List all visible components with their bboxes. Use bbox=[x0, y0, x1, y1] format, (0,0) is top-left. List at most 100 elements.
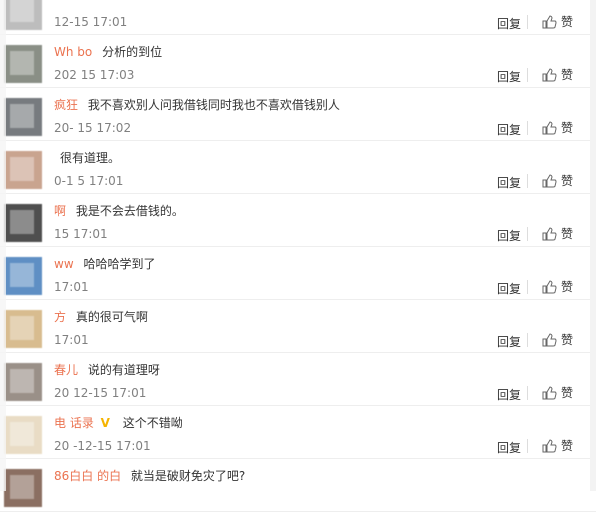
comment-line: 86白白 的白 就当是破财免灾了吧? bbox=[54, 467, 245, 484]
comment-line: Wh bo 分析的到位 bbox=[54, 43, 162, 60]
like-label: 赞 bbox=[561, 280, 574, 294]
comment-row: 86白白 的白 就当是破财免灾了吧? bbox=[0, 459, 596, 512]
reply-button[interactable]: 回复 bbox=[497, 280, 521, 297]
divider bbox=[527, 280, 528, 294]
like-label: 赞 bbox=[561, 121, 574, 135]
comment-line: 方 真的很可气啊 bbox=[54, 308, 148, 325]
thumbs-up-icon bbox=[542, 67, 557, 81]
reply-button[interactable]: 回复 bbox=[497, 174, 521, 191]
comment-text: 我是不会去借钱的。 bbox=[75, 204, 184, 218]
comment-text: 说的有道理呀 bbox=[87, 363, 160, 377]
avatar[interactable] bbox=[4, 98, 42, 136]
like-label: 赞 bbox=[561, 227, 574, 241]
reply-button[interactable]: 回复 bbox=[497, 333, 521, 350]
avatar[interactable] bbox=[4, 151, 42, 189]
like-button[interactable]: 赞 bbox=[541, 66, 573, 83]
like-button[interactable]: 赞 bbox=[541, 278, 573, 295]
comment-time: 0-1 5 17:01 bbox=[54, 174, 124, 188]
comment-row: 春儿 说的有道理呀 20 12-15 17:01 回复 赞 bbox=[0, 353, 596, 406]
username[interactable]: 电 话录 bbox=[54, 416, 94, 430]
comment-text: 哈哈哈学到了 bbox=[83, 257, 156, 271]
thumbs-up-icon bbox=[542, 173, 557, 187]
like-label: 赞 bbox=[561, 68, 574, 82]
like-label: 赞 bbox=[561, 15, 574, 29]
reply-button[interactable]: 回复 bbox=[497, 121, 521, 138]
thumbs-up-icon bbox=[542, 14, 557, 28]
reply-button[interactable]: 回复 bbox=[497, 227, 521, 244]
comment-line bbox=[54, 0, 66, 4]
comment-text: 就当是破财免灾了吧? bbox=[130, 469, 246, 483]
vip-badge-icon: V bbox=[100, 416, 110, 430]
username[interactable]: ww bbox=[54, 257, 74, 271]
avatar[interactable] bbox=[4, 257, 42, 295]
divider bbox=[527, 333, 528, 347]
like-label: 赞 bbox=[561, 386, 574, 400]
thumbs-up-icon bbox=[542, 438, 557, 452]
comment-row: 方 真的很可气啊 17:01 回复 赞 bbox=[0, 300, 596, 353]
comment-time: 20 -12-15 17:01 bbox=[54, 439, 151, 453]
like-label: 赞 bbox=[561, 333, 574, 347]
comment-line: 啊 我是不会去借钱的。 bbox=[54, 202, 184, 219]
divider bbox=[527, 121, 528, 135]
thumbs-up-icon bbox=[542, 279, 557, 293]
comment-row: Wh bo 分析的到位 202 15 17:03 回复 赞 bbox=[0, 35, 596, 88]
divider bbox=[527, 439, 528, 453]
scroll-edge bbox=[590, 0, 596, 491]
comment-row: ww 哈哈哈学到了 17:01 回复 赞 bbox=[0, 247, 596, 300]
comment-row: 很有道理。 0-1 5 17:01 回复 赞 bbox=[0, 141, 596, 194]
comment-line: 很有道理。 bbox=[54, 149, 120, 166]
like-button[interactable]: 赞 bbox=[541, 384, 573, 401]
avatar[interactable] bbox=[4, 204, 42, 242]
comment-time: 202 15 17:03 bbox=[54, 68, 135, 82]
thumbs-up-icon bbox=[542, 385, 557, 399]
comment-time: 17:01 bbox=[54, 333, 89, 347]
comment-line: 疯狂 我不喜欢别人问我借钱同时我也不喜欢借钱别人 bbox=[54, 96, 340, 113]
like-button[interactable]: 赞 bbox=[541, 13, 573, 30]
avatar[interactable] bbox=[4, 416, 42, 454]
username[interactable]: 方 bbox=[54, 310, 66, 324]
thumbs-up-icon bbox=[542, 332, 557, 346]
comment-line: 春儿 说的有道理呀 bbox=[54, 361, 160, 378]
left-edge-blur bbox=[0, 0, 6, 491]
reply-button[interactable]: 回复 bbox=[497, 439, 521, 456]
divider bbox=[527, 174, 528, 188]
divider bbox=[527, 227, 528, 241]
comment-row: 电 话录 V 这个不错呦 20 -12-15 17:01 回复 赞 bbox=[0, 406, 596, 459]
reply-button[interactable]: 回复 bbox=[497, 386, 521, 403]
avatar[interactable] bbox=[4, 0, 42, 30]
like-button[interactable]: 赞 bbox=[541, 172, 573, 189]
username[interactable]: 疯狂 bbox=[54, 98, 82, 112]
comment-time: 17:01 bbox=[54, 280, 89, 294]
comment-text: 我不喜欢别人问我借钱同时我也不喜欢借钱别人 bbox=[87, 98, 340, 112]
reply-button[interactable]: 回复 bbox=[497, 68, 521, 85]
avatar[interactable] bbox=[4, 45, 42, 83]
comment-row: 啊 我是不会去借钱的。 15 17:01 回复 赞 bbox=[0, 194, 596, 247]
username[interactable]: 春儿 bbox=[54, 363, 78, 377]
reply-button[interactable]: 回复 bbox=[497, 15, 521, 32]
like-button[interactable]: 赞 bbox=[541, 437, 573, 454]
comment-text: 很有道理。 bbox=[60, 151, 121, 165]
divider bbox=[527, 386, 528, 400]
comment-time: 20- 15 17:02 bbox=[54, 121, 132, 135]
thumbs-up-icon bbox=[542, 120, 557, 134]
like-button[interactable]: 赞 bbox=[541, 331, 573, 348]
like-label: 赞 bbox=[561, 174, 574, 188]
comment-time: 12-15 17:01 bbox=[54, 15, 128, 29]
like-label: 赞 bbox=[561, 439, 574, 453]
like-button[interactable]: 赞 bbox=[541, 119, 573, 136]
comment-text: 这个不错呦 bbox=[122, 416, 183, 430]
comment-time: 20 12-15 17:01 bbox=[54, 386, 147, 400]
comment-line: 电 话录 V 这个不错呦 bbox=[54, 414, 183, 431]
like-button[interactable]: 赞 bbox=[541, 225, 573, 242]
username[interactable]: Wh bo bbox=[54, 45, 92, 59]
divider bbox=[527, 68, 528, 82]
username[interactable]: 啊 bbox=[54, 204, 66, 218]
comment-text: 分析的到位 bbox=[102, 45, 163, 59]
divider bbox=[527, 15, 528, 29]
avatar[interactable] bbox=[4, 469, 42, 507]
thumbs-up-icon bbox=[542, 226, 557, 240]
username[interactable]: 86白白 的白 bbox=[54, 469, 121, 483]
avatar[interactable] bbox=[4, 310, 42, 348]
comment-text: 真的很可气啊 bbox=[75, 310, 148, 324]
avatar[interactable] bbox=[4, 363, 42, 401]
